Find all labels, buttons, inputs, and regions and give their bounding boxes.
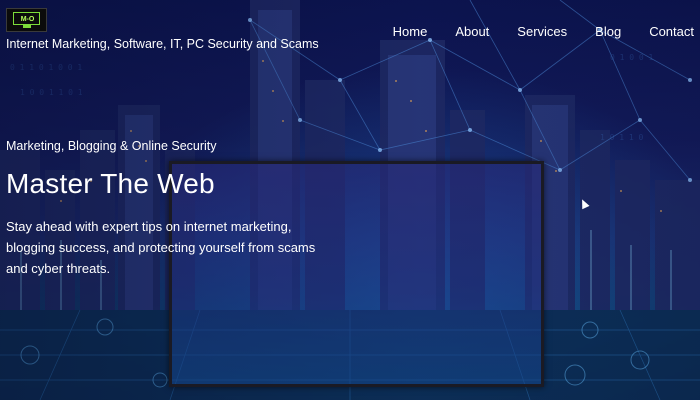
hero-lead: Stay ahead with expert tips on internet …: [6, 219, 316, 276]
site-tagline: Internet Marketing, Software, IT, PC Sec…: [6, 37, 319, 51]
nav-blog[interactable]: Blog: [595, 24, 621, 39]
site-logo[interactable]: M-O: [6, 8, 47, 32]
main-nav: Home About Services Blog Contact: [393, 24, 694, 39]
monitor-logo-icon: M-O: [13, 12, 40, 25]
nav-services[interactable]: Services: [517, 24, 567, 39]
nav-about[interactable]: About: [455, 24, 489, 39]
hero-eyebrow: Marketing, Blogging & Online Security: [6, 139, 217, 153]
nav-home[interactable]: Home: [393, 24, 428, 39]
logo-stand: [23, 25, 31, 28]
logo-text: M-O: [20, 16, 35, 23]
nav-contact[interactable]: Contact: [649, 24, 694, 39]
hero-headline: Master The Web: [6, 168, 215, 199]
hero-section: 0 1 1 0 1 0 0 1 1 0 0 1 1 0 1 1 0 1 1 0 …: [0, 0, 700, 400]
